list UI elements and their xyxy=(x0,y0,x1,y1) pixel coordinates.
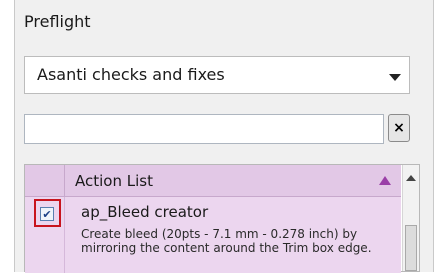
dropdown-value: Asanti checks and fixes xyxy=(37,65,225,84)
profile-dropdown[interactable]: Asanti checks and fixes xyxy=(24,56,410,94)
action-description: Create bleed (20pts - 7.1 mm - 0.278 inc… xyxy=(81,227,372,255)
list-item[interactable]: ✔ ap_Bleed creator Create bleed (20pts -… xyxy=(25,197,401,273)
scroll-up-arrow-icon[interactable] xyxy=(406,175,416,181)
panel-title: Preflight xyxy=(24,12,91,31)
action-name: ap_Bleed creator xyxy=(81,203,209,221)
checkbox-highlight-box xyxy=(34,199,61,227)
check-column-header xyxy=(25,165,65,196)
check-column: ✔ xyxy=(25,197,65,273)
action-list: Action List ✔ ap_Bleed creator Create bl… xyxy=(24,164,420,273)
action-list-header-label: Action List xyxy=(75,172,153,190)
vertical-scrollbar[interactable] xyxy=(402,165,419,271)
clear-search-button[interactable]: × xyxy=(388,114,410,142)
close-icon: × xyxy=(393,120,405,136)
scroll-thumb[interactable] xyxy=(405,225,417,271)
action-list-header[interactable]: Action List xyxy=(25,165,401,197)
search-input[interactable] xyxy=(24,114,384,144)
sort-ascending-icon[interactable] xyxy=(379,176,391,185)
chevron-down-icon[interactable] xyxy=(389,74,401,81)
